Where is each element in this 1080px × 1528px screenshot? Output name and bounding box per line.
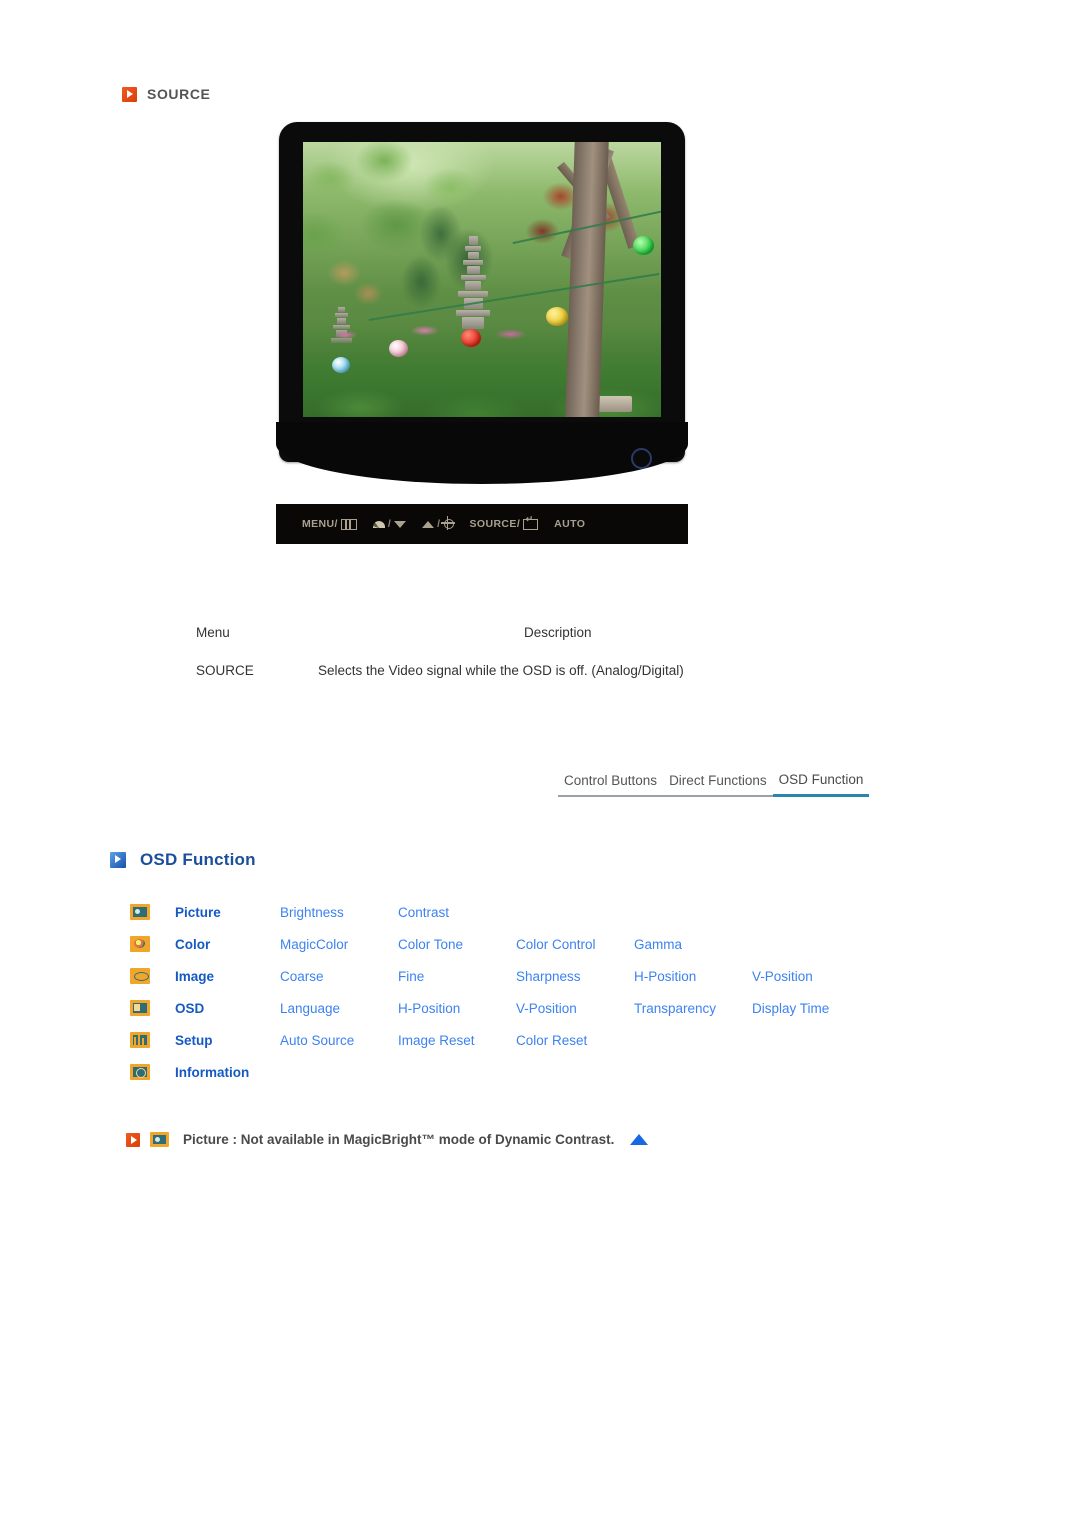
osd-item-magiccolor[interactable]: MagicColor: [280, 937, 398, 952]
screen-photo-garden-scene: [303, 142, 661, 417]
osd-item-display-time[interactable]: Display Time: [752, 1001, 870, 1016]
menu-button-label: MENU/: [302, 518, 338, 530]
osd-item-language[interactable]: Language: [280, 1001, 398, 1016]
blue-play-bullet-icon: [110, 852, 126, 868]
scene-lantern-green: [632, 235, 654, 255]
menu-icon: [340, 518, 357, 530]
row-description: Selects the Video signal while the OSD i…: [318, 663, 684, 678]
tab-direct-functions[interactable]: Direct Functions: [663, 773, 773, 797]
osd-item-osd-v-position[interactable]: V-Position: [516, 1001, 634, 1016]
separator-slash: /: [437, 518, 441, 530]
magicbright-down-button[interactable]: /: [372, 518, 407, 530]
description-table: Menu Description SOURCE Selects the Vide…: [196, 625, 896, 678]
osd-category-image[interactable]: Image: [175, 969, 280, 984]
image-icon: [130, 968, 150, 984]
orange-play-bullet-icon: [122, 86, 137, 102]
osd-category-picture[interactable]: Picture: [175, 905, 280, 920]
auto-button[interactable]: AUTO: [554, 518, 585, 530]
source-heading-label: SOURCE: [147, 86, 211, 102]
osd-item-osd-h-position[interactable]: H-Position: [398, 1001, 516, 1016]
monitor-illustration: MENU/ / / SOURCE/ AUTO: [276, 122, 688, 544]
source-button-label: SOURCE/: [469, 518, 521, 530]
up-arrow-icon: [422, 520, 435, 528]
row-menu-name: SOURCE: [196, 663, 254, 678]
monitor-bottom-bezel: [276, 422, 688, 484]
osd-item-transparency[interactable]: Transparency: [634, 1001, 752, 1016]
monitor-screen: [303, 142, 661, 417]
osd-row-picture: Picture Brightness Contrast: [130, 896, 890, 928]
osd-function-menu-grid: Picture Brightness Contrast Color MagicC…: [130, 896, 890, 1088]
osd-item-color-tone[interactable]: Color Tone: [398, 937, 516, 952]
scene-lantern-pink: [388, 340, 408, 357]
osd-row-setup: Setup Auto Source Image Reset Color Rese…: [130, 1024, 890, 1056]
osd-item-sharpness[interactable]: Sharpness: [516, 969, 634, 984]
color-icon: [130, 936, 150, 952]
osd-item-brightness[interactable]: Brightness: [280, 905, 398, 920]
blue-up-triangle-icon[interactable]: [630, 1134, 649, 1145]
menu-button[interactable]: MENU/: [302, 518, 357, 530]
osd-category-setup[interactable]: Setup: [175, 1033, 280, 1048]
column-header-description: Description: [524, 625, 592, 640]
scene-lantern-blue: [331, 356, 350, 373]
osd-item-image-reset[interactable]: Image Reset: [398, 1033, 516, 1048]
source-enter-button[interactable]: SOURCE/: [469, 515, 539, 530]
osd-item-auto-source[interactable]: Auto Source: [280, 1033, 398, 1048]
osd-item-image-v-position[interactable]: V-Position: [752, 969, 870, 984]
source-section-heading: SOURCE: [122, 86, 211, 102]
osd-function-heading: OSD Function: [110, 850, 256, 870]
orange-play-bullet-icon: [126, 1132, 140, 1147]
osd-item-image-h-position[interactable]: H-Position: [634, 969, 752, 984]
osd-item-fine[interactable]: Fine: [398, 969, 516, 984]
information-icon: [130, 1064, 150, 1080]
table-row: SOURCE Selects the Video signal while th…: [196, 663, 896, 678]
setup-icon: [130, 1032, 150, 1048]
osd-category-osd[interactable]: OSD: [175, 1001, 280, 1016]
scene-lantern-red: [460, 329, 481, 347]
monitor-bezel: [279, 122, 685, 462]
enter-icon: [523, 515, 539, 530]
osd-category-color[interactable]: Color: [175, 937, 280, 952]
separator-slash: /: [387, 518, 392, 530]
down-arrow-icon: [394, 520, 407, 528]
osd-row-osd: OSD Language H-Position V-Position Trans…: [130, 992, 890, 1024]
picture-icon: [130, 904, 150, 920]
table-header-row: Menu Description: [196, 625, 896, 640]
footnote: Picture : Not available in MagicBright™ …: [126, 1132, 649, 1147]
osd-item-color-reset[interactable]: Color Reset: [516, 1033, 634, 1048]
osd-row-image: Image Coarse Fine Sharpness H-Position V…: [130, 960, 890, 992]
osd-category-information[interactable]: Information: [175, 1065, 280, 1080]
brightness-sun-icon: [440, 516, 455, 530]
osd-item-coarse[interactable]: Coarse: [280, 969, 398, 984]
osd-item-color-control[interactable]: Color Control: [516, 937, 634, 952]
monitor-control-button-strip: MENU/ / / SOURCE/ AUTO: [276, 504, 688, 544]
power-led-ring: [631, 448, 652, 469]
magicbright-icon: [372, 520, 385, 528]
osd-item-contrast[interactable]: Contrast: [398, 905, 516, 920]
osd-icon: [130, 1000, 150, 1016]
tab-control-buttons[interactable]: Control Buttons: [558, 773, 664, 797]
osd-item-gamma[interactable]: Gamma: [634, 937, 752, 952]
footnote-text: Picture : Not available in MagicBright™ …: [183, 1132, 615, 1147]
scene-flower-bed: [303, 312, 661, 357]
osd-function-heading-label: OSD Function: [140, 850, 256, 869]
picture-icon: [150, 1132, 169, 1147]
osd-row-color: Color MagicColor Color Tone Color Contro…: [130, 928, 890, 960]
osd-row-information: Information: [130, 1056, 890, 1088]
brightness-up-button[interactable]: /: [422, 516, 455, 530]
column-header-menu: Menu: [196, 625, 230, 640]
tab-bar: Control Buttons Direct Functions OSD Fun…: [558, 772, 870, 797]
tab-osd-function[interactable]: OSD Function: [772, 772, 870, 797]
